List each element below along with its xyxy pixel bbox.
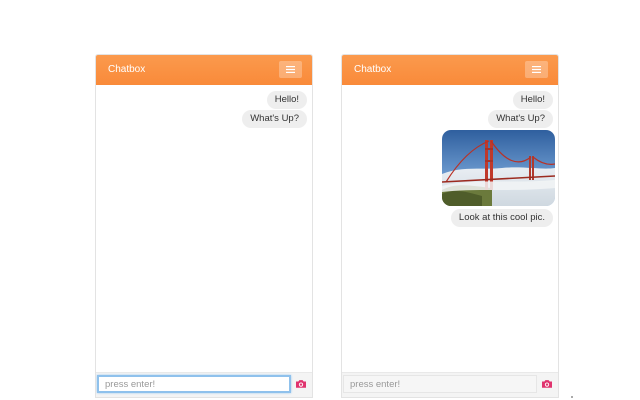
message-list: Hello! What's Up? bbox=[96, 85, 312, 373]
message-bubble: What's Up? bbox=[488, 110, 553, 128]
hamburger-icon bbox=[532, 66, 541, 73]
message-bubble: Hello! bbox=[512, 91, 553, 109]
chatbox-header: Chatbox bbox=[96, 55, 312, 85]
chatbox-right: Chatbox Hello! What's Up? Look at this c… bbox=[341, 54, 559, 398]
menu-button[interactable] bbox=[525, 61, 548, 78]
message-bubble: What's Up? bbox=[242, 110, 307, 128]
chatbox-header: Chatbox bbox=[342, 55, 558, 85]
chatbox-footer bbox=[96, 372, 312, 397]
demo-stage: Chatbox Hello! What's Up? press enter! C… bbox=[0, 0, 640, 400]
image-message[interactable] bbox=[442, 130, 555, 206]
chatbox-title: Chatbox bbox=[354, 64, 392, 75]
chatbox-left: Chatbox Hello! What's Up? bbox=[95, 54, 313, 398]
camera-icon bbox=[542, 380, 552, 388]
message-bubble: Hello! bbox=[266, 91, 307, 109]
message-list: Hello! What's Up? bbox=[342, 85, 558, 373]
chatbox-title: Chatbox bbox=[108, 64, 146, 75]
message-bubble: Look at this cool pic. bbox=[450, 209, 553, 227]
menu-button[interactable] bbox=[279, 61, 302, 78]
hamburger-icon bbox=[286, 66, 295, 73]
stray-dot bbox=[571, 396, 573, 398]
message-input[interactable] bbox=[97, 375, 291, 393]
camera-button[interactable] bbox=[541, 378, 553, 390]
camera-icon bbox=[296, 380, 306, 388]
golden-gate-bridge-photo bbox=[442, 130, 555, 206]
chatbox-footer bbox=[342, 372, 558, 397]
camera-button[interactable] bbox=[295, 378, 307, 390]
message-input[interactable] bbox=[343, 375, 537, 393]
